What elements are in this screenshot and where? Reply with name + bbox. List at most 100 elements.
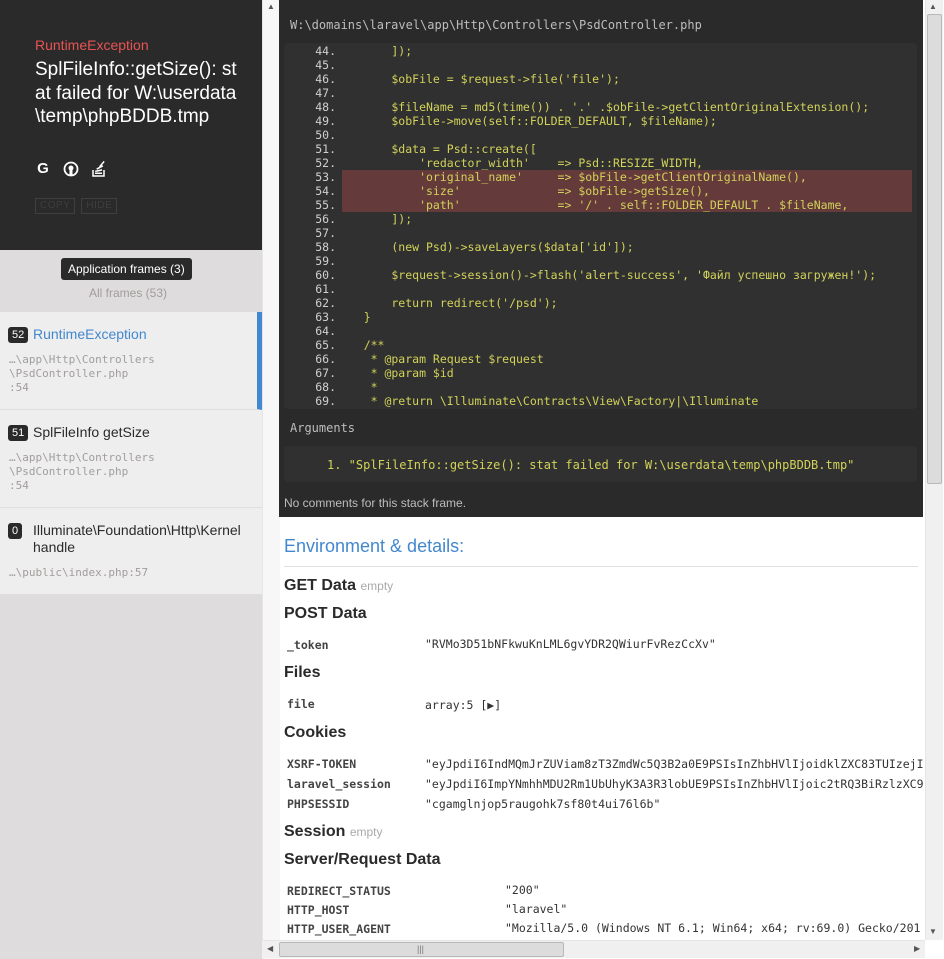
application-frames-toggle[interactable]: Application frames (3)	[61, 258, 192, 280]
scroll-left-icon[interactable]: ◀	[267, 944, 273, 953]
code-line: 46. $obFile = $request->file('file');	[284, 72, 917, 86]
frame-number: 0	[8, 523, 23, 539]
code-text: $obFile = $request->file('file');	[336, 72, 620, 86]
frame-item-51[interactable]: 51 SplFileInfo getSize …\app\Http\Contro…	[0, 410, 262, 508]
frame-details-panel: W:\domains\laravel\app\Http\Controllers\…	[279, 0, 923, 940]
table-key: file	[287, 697, 315, 711]
code-text: * @param Request $request	[336, 352, 544, 366]
code-text: ]);	[336, 44, 413, 58]
empty-badge: empty	[349, 825, 383, 839]
search-links: G	[35, 161, 107, 177]
code-line: 54. 'size' => $obFile->getSize(),	[315, 184, 912, 198]
line-number: 44.	[315, 44, 336, 58]
code-line: 62. return redirect('/psd');	[284, 296, 917, 310]
scroll-up-icon[interactable]: ▲	[267, 2, 275, 11]
line-number: 58.	[315, 240, 336, 254]
exception-header: RuntimeException SplFileInfo::getSize():…	[0, 0, 262, 250]
table-key: XSRF-TOKEN	[287, 757, 357, 771]
frame-file-path: …\app\Http\Controllers \PsdController.ph…	[9, 451, 155, 492]
table-value: "200"	[505, 883, 540, 897]
post-data-heading: POST Data	[284, 605, 367, 622]
code-line: 56. ]);	[284, 212, 917, 226]
table-key: PHPSESSID	[287, 797, 350, 811]
table-value: "eyJpdiI6IndMQmJrZUViam8zT3ZmdWc5Q3B2a0E…	[425, 757, 923, 771]
frame-class: SplFileInfo getSize	[33, 424, 150, 440]
frame-item-52[interactable]: 52 RuntimeException …\app\Http\Controlle…	[0, 312, 262, 410]
exception-message: SplFileInfo::getSize(): stat failed for …	[35, 59, 237, 127]
code-line: 48. $fileName = md5(time()) . '.' .$obFi…	[284, 100, 917, 114]
code-text: }	[336, 310, 371, 324]
line-number: 45.	[315, 58, 336, 72]
session-heading: Session empty	[284, 823, 383, 840]
code-line: 53. 'original_name' => $obFile->getClien…	[315, 170, 912, 184]
vertical-scrollbar-thumb[interactable]	[927, 14, 942, 484]
stackoverflow-icon[interactable]	[91, 160, 107, 177]
code-line: 57.	[284, 226, 917, 240]
table-value: "RVMo3D51bNFkwuKnLML6gvYDR2QWiurFvRezCcX…	[425, 637, 716, 651]
line-number: 68.	[315, 380, 336, 394]
code-line: 59.	[284, 254, 917, 268]
code-text: /**	[336, 338, 385, 352]
table-value: "cgamglnjop5raugohk7sf80t4ui76l6b"	[425, 797, 661, 811]
line-number: 57.	[315, 226, 336, 240]
line-number: 59.	[315, 254, 336, 268]
table-key: laravel_session	[287, 777, 391, 791]
all-frames-toggle[interactable]: All frames (53)	[0, 286, 256, 300]
table-key: REDIRECT_STATUS	[287, 884, 391, 898]
scroll-right-icon[interactable]: ▶	[914, 944, 920, 953]
line-number: 65.	[315, 338, 336, 352]
environment-title: Environment & details:	[284, 536, 465, 556]
line-number: 61.	[315, 282, 336, 296]
server-request-heading: Server/Request Data	[284, 851, 441, 868]
scroll-down-icon[interactable]: ▼	[929, 927, 937, 936]
code-text: *	[336, 380, 378, 394]
frame-class: Illuminate\Foundation\Http\Kernel handle	[33, 522, 241, 555]
line-number: 50.	[315, 128, 336, 142]
table-value: "laravel"	[505, 902, 568, 916]
code-line: 45.	[284, 58, 917, 72]
cookies-heading: Cookies	[284, 724, 347, 741]
code-line: 47.	[284, 86, 917, 100]
line-number: 55.	[315, 198, 336, 212]
code-line: 69. * @return \Illuminate\Contracts\View…	[284, 394, 917, 408]
code-text: $data = Psd::create([	[336, 142, 537, 156]
code-line: 49. $obFile->move(self::FOLDER_DEFAULT, …	[284, 114, 917, 128]
code-line: 44. ]);	[284, 44, 917, 58]
frame-file-path: …\app\Http\Controllers \PsdController.ph…	[9, 353, 155, 394]
table-key: _token	[287, 638, 329, 652]
code-line: 58. (new Psd)->saveLayers($data['id']);	[284, 240, 917, 254]
duckduckgo-icon[interactable]	[63, 161, 79, 177]
code-line: 52. 'redactor_width' => Psd::RESIZE_WIDT…	[284, 156, 917, 170]
code-line: 55. 'path' => '/' . self::FOLDER_DEFAULT…	[315, 198, 912, 212]
table-value-expandable[interactable]: array:5 [▶]	[425, 698, 501, 712]
copy-button[interactable]: COPY	[35, 198, 76, 214]
code-file-path[interactable]: W:\domains\laravel\app\Http\Controllers\…	[290, 18, 702, 32]
code-text: 'original_name' => $obFile->getClientOri…	[336, 170, 807, 184]
code-text: 'path' => '/' . self::FOLDER_DEFAULT . $…	[336, 198, 849, 212]
hide-button[interactable]: HIDE	[81, 198, 118, 214]
line-number: 54.	[315, 184, 336, 198]
code-line: 67. * @param $id	[284, 366, 917, 380]
arguments-box: 1. "SplFileInfo::getSize(): stat failed …	[284, 446, 917, 482]
code-line: 64.	[284, 324, 917, 338]
grip-icon: |||	[417, 944, 425, 954]
code-line: 68. *	[284, 380, 917, 394]
horizontal-scrollbar-thumb[interactable]: |||	[279, 942, 564, 957]
line-number: 56.	[315, 212, 336, 226]
google-icon[interactable]: G	[35, 161, 51, 177]
code-line: 50.	[284, 128, 917, 142]
files-heading: Files	[284, 664, 321, 681]
frame-item-0[interactable]: 0 Illuminate\Foundation\Http\Kernel hand…	[0, 508, 262, 595]
code-text: 'size' => $obFile->getSize(),	[336, 184, 710, 198]
line-number: 53.	[315, 170, 336, 184]
line-number: 66.	[315, 352, 336, 366]
code-line: 60. $request->session()->flash('alert-su…	[284, 268, 917, 282]
left-panel-scrollbar[interactable]: ▲ ▼	[262, 0, 280, 959]
line-number: 51.	[315, 142, 336, 156]
scroll-up-icon[interactable]: ▲	[929, 2, 937, 11]
code-line: 65. /**	[284, 338, 917, 352]
code-line: 51. $data = Psd::create([	[284, 142, 917, 156]
stack-frames-panel: RuntimeException SplFileInfo::getSize():…	[0, 0, 262, 959]
frame-number: 52	[8, 327, 29, 343]
code-text: 'redactor_width' => Psd::RESIZE_WIDTH,	[336, 156, 703, 170]
